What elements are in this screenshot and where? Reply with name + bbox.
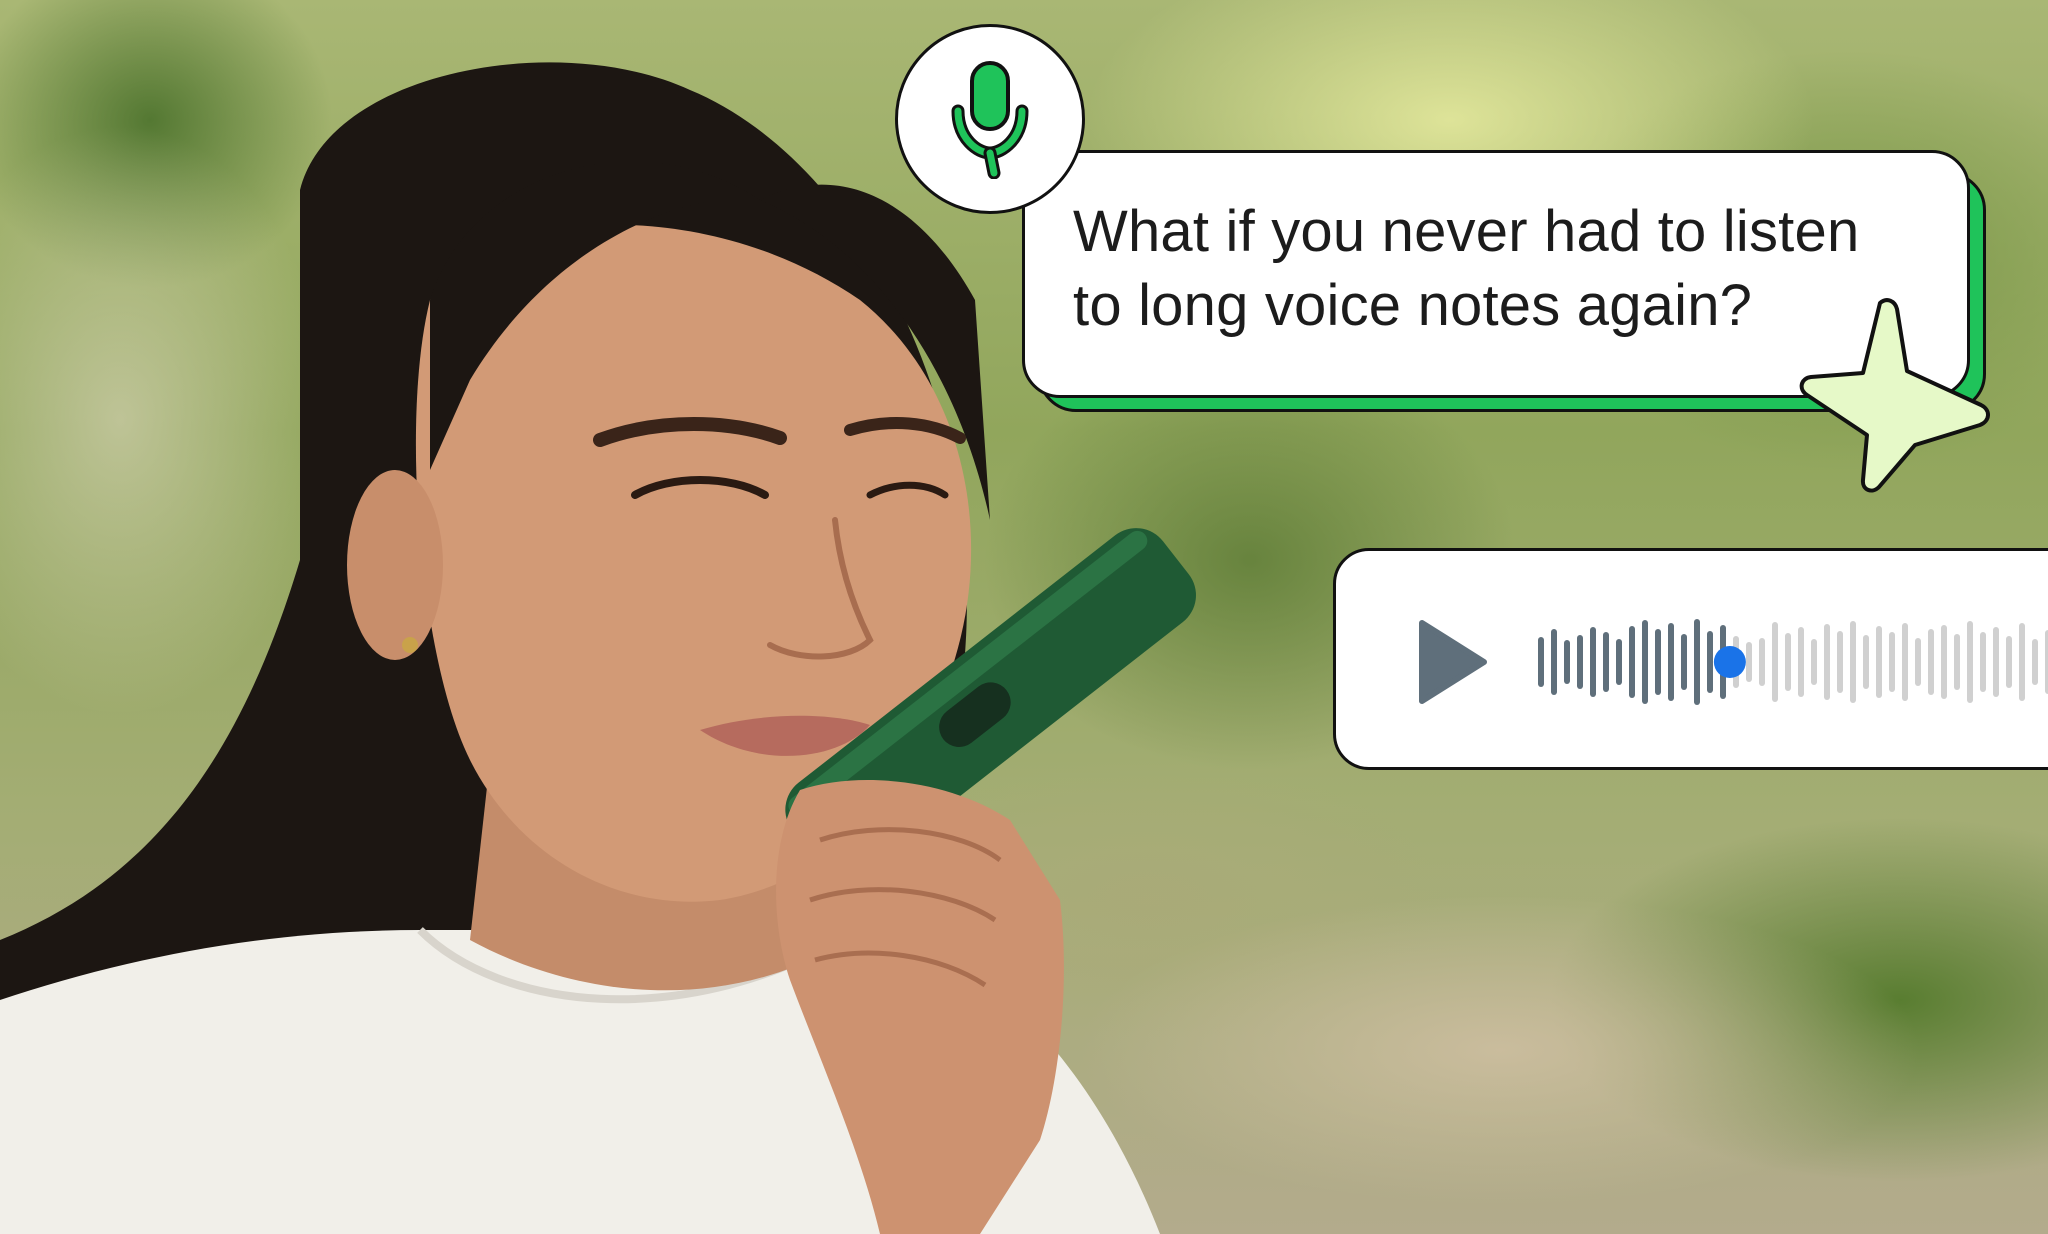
waveform-bar <box>1863 635 1869 689</box>
waveform-bar <box>2019 623 2025 701</box>
waveform-bar <box>1967 621 1973 703</box>
waveform-bar <box>1759 638 1765 686</box>
waveform-bar <box>1538 637 1544 687</box>
waveform-bar <box>1551 629 1557 695</box>
playback-scrubber[interactable] <box>1713 646 1746 678</box>
waveform-bar <box>1798 627 1804 697</box>
waveform-bar <box>1681 634 1687 690</box>
waveform-bar <box>1590 627 1596 697</box>
waveform-bar <box>1980 632 1986 692</box>
waveform-bar <box>1850 621 1856 703</box>
microphone-icon <box>951 61 1029 179</box>
waveform-bar <box>1655 629 1661 695</box>
waveform-bar <box>1668 623 1674 701</box>
waveform-bar <box>1772 622 1778 702</box>
waveform-bar <box>1616 639 1622 685</box>
waveform-bar <box>1928 629 1934 695</box>
waveform-bar <box>1707 631 1713 693</box>
waveform-bar <box>1629 626 1635 698</box>
waveform-bar <box>1746 642 1752 682</box>
waveform-bar <box>1564 640 1570 684</box>
play-icon[interactable] <box>1418 619 1488 705</box>
voice-note-player[interactable] <box>1333 548 2048 770</box>
waveform-bar <box>1876 626 1882 698</box>
waveform-bar <box>1785 633 1791 691</box>
waveform-bar <box>1993 627 1999 697</box>
waveform-bar <box>1915 638 1921 686</box>
waveform-bar <box>1811 639 1817 685</box>
audio-waveform[interactable] <box>1538 615 2048 709</box>
waveform-bar <box>1902 623 1908 701</box>
waveform-bar <box>2006 636 2012 688</box>
waveform-bar <box>1837 631 1843 693</box>
waveform-bar <box>1889 632 1895 692</box>
waveform-bar <box>1694 619 1700 705</box>
bubble-line-1: What if you never had to listen <box>1073 199 1860 264</box>
waveform-bar <box>1954 634 1960 690</box>
waveform-bar <box>1577 635 1583 689</box>
bubble-line-2: to long voice notes again? <box>1073 273 1753 338</box>
waveform-bar <box>1941 625 1947 699</box>
sparkle-star-icon <box>1799 298 1990 493</box>
microphone-badge <box>895 24 1085 214</box>
waveform-bar <box>1603 632 1609 692</box>
waveform-bar <box>1642 620 1648 704</box>
waveform-bar <box>2032 639 2038 685</box>
waveform-bar <box>1824 624 1830 700</box>
